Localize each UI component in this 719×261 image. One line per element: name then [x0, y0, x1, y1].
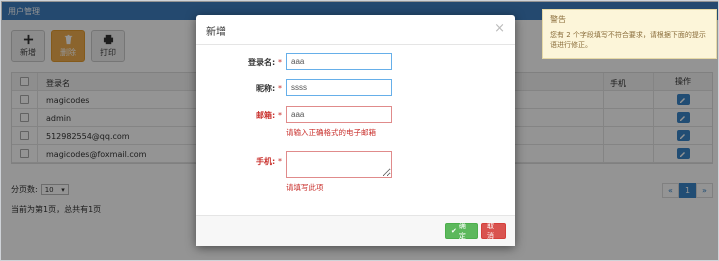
warning-toast: 警告 您有 2 个字段填写不符合要求，请根据下面的提示语进行修正。 [542, 9, 717, 59]
toast-message: 您有 2 个字段填写不符合要求，请根据下面的提示语进行修正。 [550, 31, 706, 49]
email-error-message: 请输入正确格式的电子邮箱 [286, 128, 376, 137]
toast-title: 警告 [550, 15, 566, 24]
dialog-header: 新增 × [196, 15, 515, 45]
login-label: 登录名: * [248, 58, 282, 67]
phone-input[interactable] [286, 151, 392, 178]
confirm-button-label: 确定 [458, 222, 466, 240]
close-icon[interactable]: × [494, 21, 505, 36]
login-input[interactable] [286, 53, 392, 70]
phone-error-message: 请填写此项 [286, 183, 324, 192]
phone-label: 手机: * [256, 157, 282, 166]
page: 用户管理 新增 删除 打印 登录名 手机 操作 magicodes admin … [0, 0, 719, 261]
add-user-dialog: 新增 × 登录名: * 昵称: * 邮箱: * 请输入正确格式的电子邮箱 手机:… [196, 15, 515, 246]
nickname-input[interactable] [286, 79, 392, 96]
dialog-title: 新增 [206, 27, 226, 38]
email-input[interactable] [286, 106, 392, 123]
email-label: 邮箱: * [256, 111, 282, 120]
check-icon: ✔ [451, 227, 457, 235]
dialog-footer: ✔ 确定 取消 [196, 215, 515, 246]
cancel-button-label: 取消 [487, 222, 494, 240]
confirm-button[interactable]: ✔ 确定 [445, 222, 478, 240]
cancel-button[interactable]: 取消 [481, 222, 506, 240]
nickname-label: 昵称: * [256, 84, 282, 93]
